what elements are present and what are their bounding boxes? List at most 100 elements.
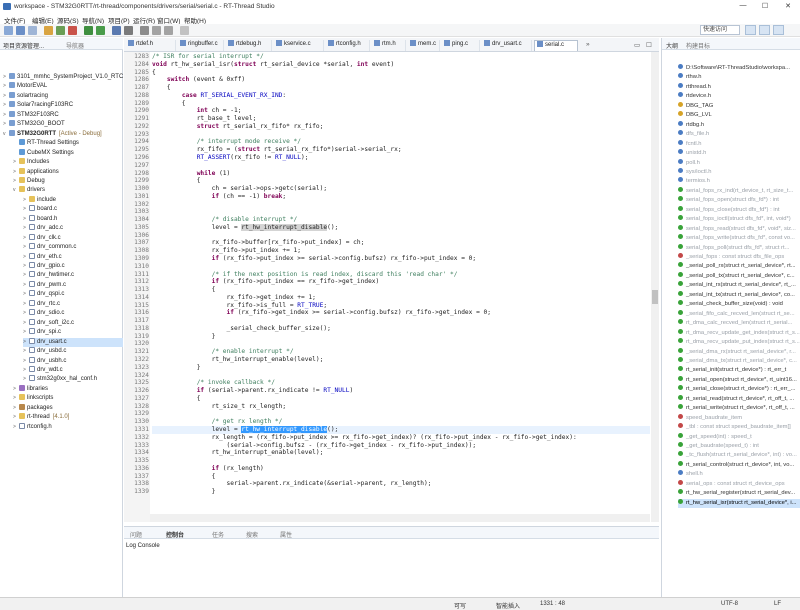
close-button[interactable]: ✕ [778, 2, 798, 12]
outline-item[interactable]: serial_fops_read(struct dfs_fd*, void*, … [678, 224, 800, 234]
tree-item[interactable]: > STM32G0_BOOT [3, 120, 123, 129]
tree-item[interactable]: > STM32F103RC [3, 110, 123, 120]
tree-item[interactable]: > drv_wdt.c [23, 365, 123, 375]
outline-item[interactable]: serial_fops_rx_ind(rt_device_t, rt_size_… [678, 186, 800, 196]
outline-item[interactable]: speed_baudrate_item [678, 413, 800, 423]
tree-item[interactable]: > linkscripts [13, 394, 123, 403]
tab-build-targets[interactable]: 构建目标 [686, 41, 710, 50]
tree-item[interactable]: > drv_eth.c [23, 252, 123, 262]
tree-item[interactable]: > drv_usbd.c [23, 347, 123, 356]
editor-scroll-thumb[interactable] [652, 290, 658, 304]
tree-item[interactable]: > drv_soft_i2c.c [23, 318, 123, 328]
outline-item[interactable]: rtdbg.h [678, 120, 800, 130]
maximize-button[interactable]: ☐ [755, 2, 775, 12]
outline-item[interactable]: _serial_dma_rx(struct rt_serial_device*,… [678, 347, 800, 357]
tree-item[interactable]: > drv_spi.c [23, 328, 123, 337]
back-icon[interactable] [152, 26, 161, 35]
outline-item[interactable]: rt_serial_open(struct rt_device*, rt_uin… [678, 375, 800, 385]
tabs-overflow-button[interactable]: » [586, 41, 590, 48]
tab-tasks[interactable]: 任务 [212, 530, 224, 539]
tab-outline[interactable]: 大纲 [666, 41, 678, 50]
tree-item[interactable]: RT-Thread Settings [13, 139, 123, 148]
perspective-debug-icon[interactable] [759, 25, 770, 35]
outline-item[interactable]: D:\Software\RT-ThreadStudio\workspa... [678, 64, 800, 73]
tree-item[interactable]: > drv_rtc.c [23, 299, 123, 309]
outline-item[interactable]: rt_serial_read(struct rt_device*, rt_off… [678, 394, 800, 404]
editor-tab[interactable]: rtconfig.h [326, 40, 370, 51]
editor-tab[interactable]: serial.c [534, 40, 578, 51]
outline-item[interactable]: serial_fops_close(struct dfs_fd*) : int [678, 205, 800, 215]
outline-item[interactable]: shell.h [678, 470, 800, 479]
outline-item[interactable]: termios.h [678, 177, 800, 186]
outline-item[interactable]: rt_serial_init(struct rt_device*) : rt_e… [678, 366, 800, 375]
tree-item[interactable]: > packages [13, 403, 123, 413]
tree-item[interactable]: > board.h [23, 214, 123, 224]
editor-tab[interactable]: rtm.h [372, 40, 406, 51]
code-editor[interactable]: /* ISR for serial interrupt */void rt_hw… [150, 52, 650, 522]
tree-item[interactable]: > drv_adc.c [23, 224, 123, 233]
tree-item[interactable]: > drv_qspi.c [23, 290, 123, 299]
outline-item[interactable]: _serial_dma_tx(struct rt_serial_device*,… [678, 356, 800, 366]
outline-item[interactable]: serial_fops_ioctl(struct dfs_fd*, int, v… [678, 215, 800, 224]
tree-item[interactable]: > include [23, 195, 123, 205]
rebuild-icon[interactable] [56, 26, 65, 35]
editor-horizontal-scrollbar[interactable] [150, 514, 650, 522]
tree-item[interactable]: > drv_common.c [23, 243, 123, 252]
editor-tab[interactable]: mem.c [408, 40, 440, 51]
outline-item[interactable]: rtthread.h [678, 82, 800, 92]
search-icon[interactable] [140, 26, 149, 35]
editor-tab[interactable]: drv_usart.c [482, 40, 532, 51]
outline-item[interactable]: fcntl.h [678, 139, 800, 149]
tree-item[interactable]: > drv_sdio.c [23, 309, 123, 318]
perspective-rtt-icon[interactable] [773, 25, 784, 35]
outline-item[interactable]: sys/ioctl.h [678, 167, 800, 177]
outline-item[interactable]: rt_serial_write(struct rt_device*, rt_of… [678, 404, 800, 413]
build-icon[interactable] [44, 26, 53, 35]
quick-access-input[interactable]: 快速访问 [700, 25, 740, 35]
tree-item[interactable]: > applications [13, 167, 123, 177]
forward-icon[interactable] [164, 26, 173, 35]
outline-item[interactable]: rt_dma_recv_update_put_index(struct rt_s… [678, 338, 800, 347]
terminal-icon[interactable] [124, 26, 133, 35]
tree-item[interactable]: > drv_hwtimer.c [23, 271, 123, 280]
outline-item[interactable]: dfs_file.h [678, 130, 800, 139]
outline-item[interactable]: _serial_fifo_calc_recved_len(struct rt_s… [678, 309, 800, 319]
outline-item[interactable]: _serial_fops : const struct dfs_file_ops [678, 253, 800, 262]
tree-item[interactable]: > stm32g0xx_hal_conf.h [23, 375, 123, 384]
tab-properties[interactable]: 属性 [280, 530, 292, 539]
outline-item[interactable]: poll.h [678, 158, 800, 168]
run-icon[interactable] [96, 26, 105, 35]
outline-item[interactable]: rthw.h [678, 73, 800, 82]
tree-item[interactable]: > drv_gpio.c [23, 262, 123, 271]
editor-maximize-button[interactable]: ☐ [646, 41, 652, 49]
tree-item[interactable]: > drv_usbh.c [23, 356, 123, 366]
outline-item[interactable]: rt_dma_calc_recved_len(struct rt_serial.… [678, 319, 800, 328]
outline-item[interactable]: serial_fops_open(struct dfs_fd*) : int [678, 196, 800, 205]
outline-item[interactable]: serial_fops_write(struct dfs_fd*, const … [678, 234, 800, 243]
outline-item[interactable]: _get_baudrate(speed_t) : int [678, 442, 800, 451]
outline-item[interactable]: rt_hw_serial_isr(struct rt_serial_device… [678, 498, 800, 508]
editor-tab[interactable]: rtdebug.h [226, 40, 272, 51]
tab-navigator[interactable]: 导航器 [66, 41, 84, 50]
tree-item[interactable]: > solartracing [3, 91, 123, 101]
outline-item[interactable]: rt_hw_serial_register(struct rt_serial_d… [678, 489, 800, 498]
outline-item[interactable]: serial_ops : const struct rt_device_ops [678, 479, 800, 489]
tree-item[interactable]: > Solar7racingF103RC [3, 101, 123, 110]
clean-icon[interactable] [68, 26, 77, 35]
editor-tab[interactable]: ping.c [442, 40, 480, 51]
tree-item[interactable]: >3101_mmhc_SystemProject_V1.0_RTC [3, 73, 123, 82]
tree-item[interactable]: CubeMX Settings [13, 148, 123, 158]
outline-item[interactable]: _tc_flush(struct rt_serial_device*, int)… [678, 451, 800, 460]
editor-tab[interactable]: rtdef.h [126, 40, 176, 51]
outline-item[interactable]: rt_serial_control(struct rt_device*, int… [678, 460, 800, 470]
save-icon[interactable] [16, 26, 25, 35]
tree-item[interactable]: > board.c [23, 205, 123, 214]
tree-item[interactable]: v STM32G0RTT [Active - Debug] [3, 129, 123, 139]
pin-icon[interactable] [180, 26, 189, 35]
tab-search[interactable]: 搜索 [246, 530, 258, 539]
tree-item[interactable]: > drv_pwm.c [23, 280, 123, 290]
tab-project-explorer[interactable]: 项目资源管理... [3, 41, 44, 50]
outline-item[interactable]: rt_dma_recv_update_get_index(struct rt_s… [678, 328, 800, 338]
minimize-button[interactable]: — [733, 2, 753, 12]
outline-item[interactable]: _serial_poll_tx(struct rt_serial_device*… [678, 271, 800, 281]
